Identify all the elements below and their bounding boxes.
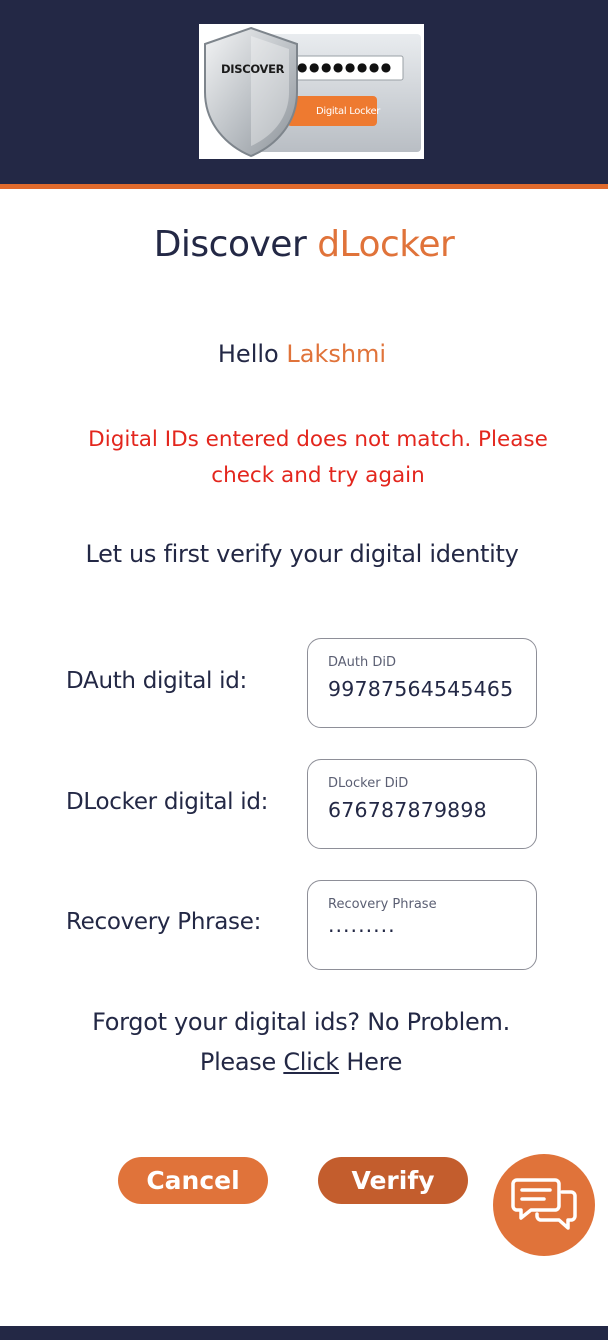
greeting: Hello Lakshmi [0, 340, 604, 368]
chat-button[interactable] [493, 1154, 595, 1256]
forgot-click-link[interactable]: Click [283, 1048, 339, 1076]
forgot-prefix: Please [199, 1048, 276, 1076]
recovery-field-value[interactable]: ········· [328, 919, 396, 943]
recovery-label: Recovery Phrase: [66, 909, 262, 935]
header-accent-stripe [0, 184, 608, 189]
dlocker-field-label: DLocker DiD [328, 776, 409, 791]
dlocker-label: DLocker digital id: [66, 789, 269, 815]
title-prefix: Discover [153, 224, 307, 265]
dauth-field-label: DAuth DiD [328, 655, 397, 670]
greeting-name: Lakshmi [286, 340, 387, 368]
dlocker-field-value[interactable]: 676787879898 [328, 798, 487, 822]
logo-brand-text: DISCOVER [221, 62, 285, 76]
shield-logo-graphic [204, 26, 421, 158]
dauth-did-field[interactable]: DAuth DiD 99787564545465 [307, 638, 537, 728]
dauth-field-value[interactable]: 99787564545465 [328, 677, 513, 701]
chat-bubbles-icon [511, 1178, 577, 1230]
dauth-label: DAuth digital id: [66, 668, 247, 694]
logo-product-text: Digital Locker [316, 106, 381, 117]
app-header: DISCOVER ●●●●●●●● Digital Locker [0, 0, 608, 184]
verify-heading: Let us first verify your digital identit… [85, 540, 519, 568]
digital-locker-logo: DISCOVER ●●●●●●●● Digital Locker [199, 24, 424, 159]
title-accent: dLocker [317, 224, 455, 265]
recovery-field-label: Recovery Phrase [328, 897, 437, 912]
logo-password-mask: ●●●●●●●● [297, 60, 393, 74]
page-footer-bar [0, 1326, 608, 1340]
forgot-line2: Please Click Here [0, 1042, 602, 1082]
cancel-button[interactable]: Cancel [118, 1157, 268, 1204]
page-title: Discover dLocker [0, 224, 608, 265]
dlocker-did-field[interactable]: DLocker DiD 676787879898 [307, 759, 537, 849]
forgot-suffix: Here [346, 1048, 403, 1076]
forgot-ids-message: Forgot your digital ids? No Problem. Ple… [0, 1002, 602, 1082]
recovery-phrase-field[interactable]: Recovery Phrase ········· [307, 880, 537, 970]
verify-button[interactable]: Verify [318, 1157, 468, 1204]
error-message: Digital IDs entered does not match. Plea… [88, 427, 548, 488]
forgot-line1: Forgot your digital ids? No Problem. [92, 1008, 510, 1036]
greeting-prefix: Hello [217, 340, 279, 368]
